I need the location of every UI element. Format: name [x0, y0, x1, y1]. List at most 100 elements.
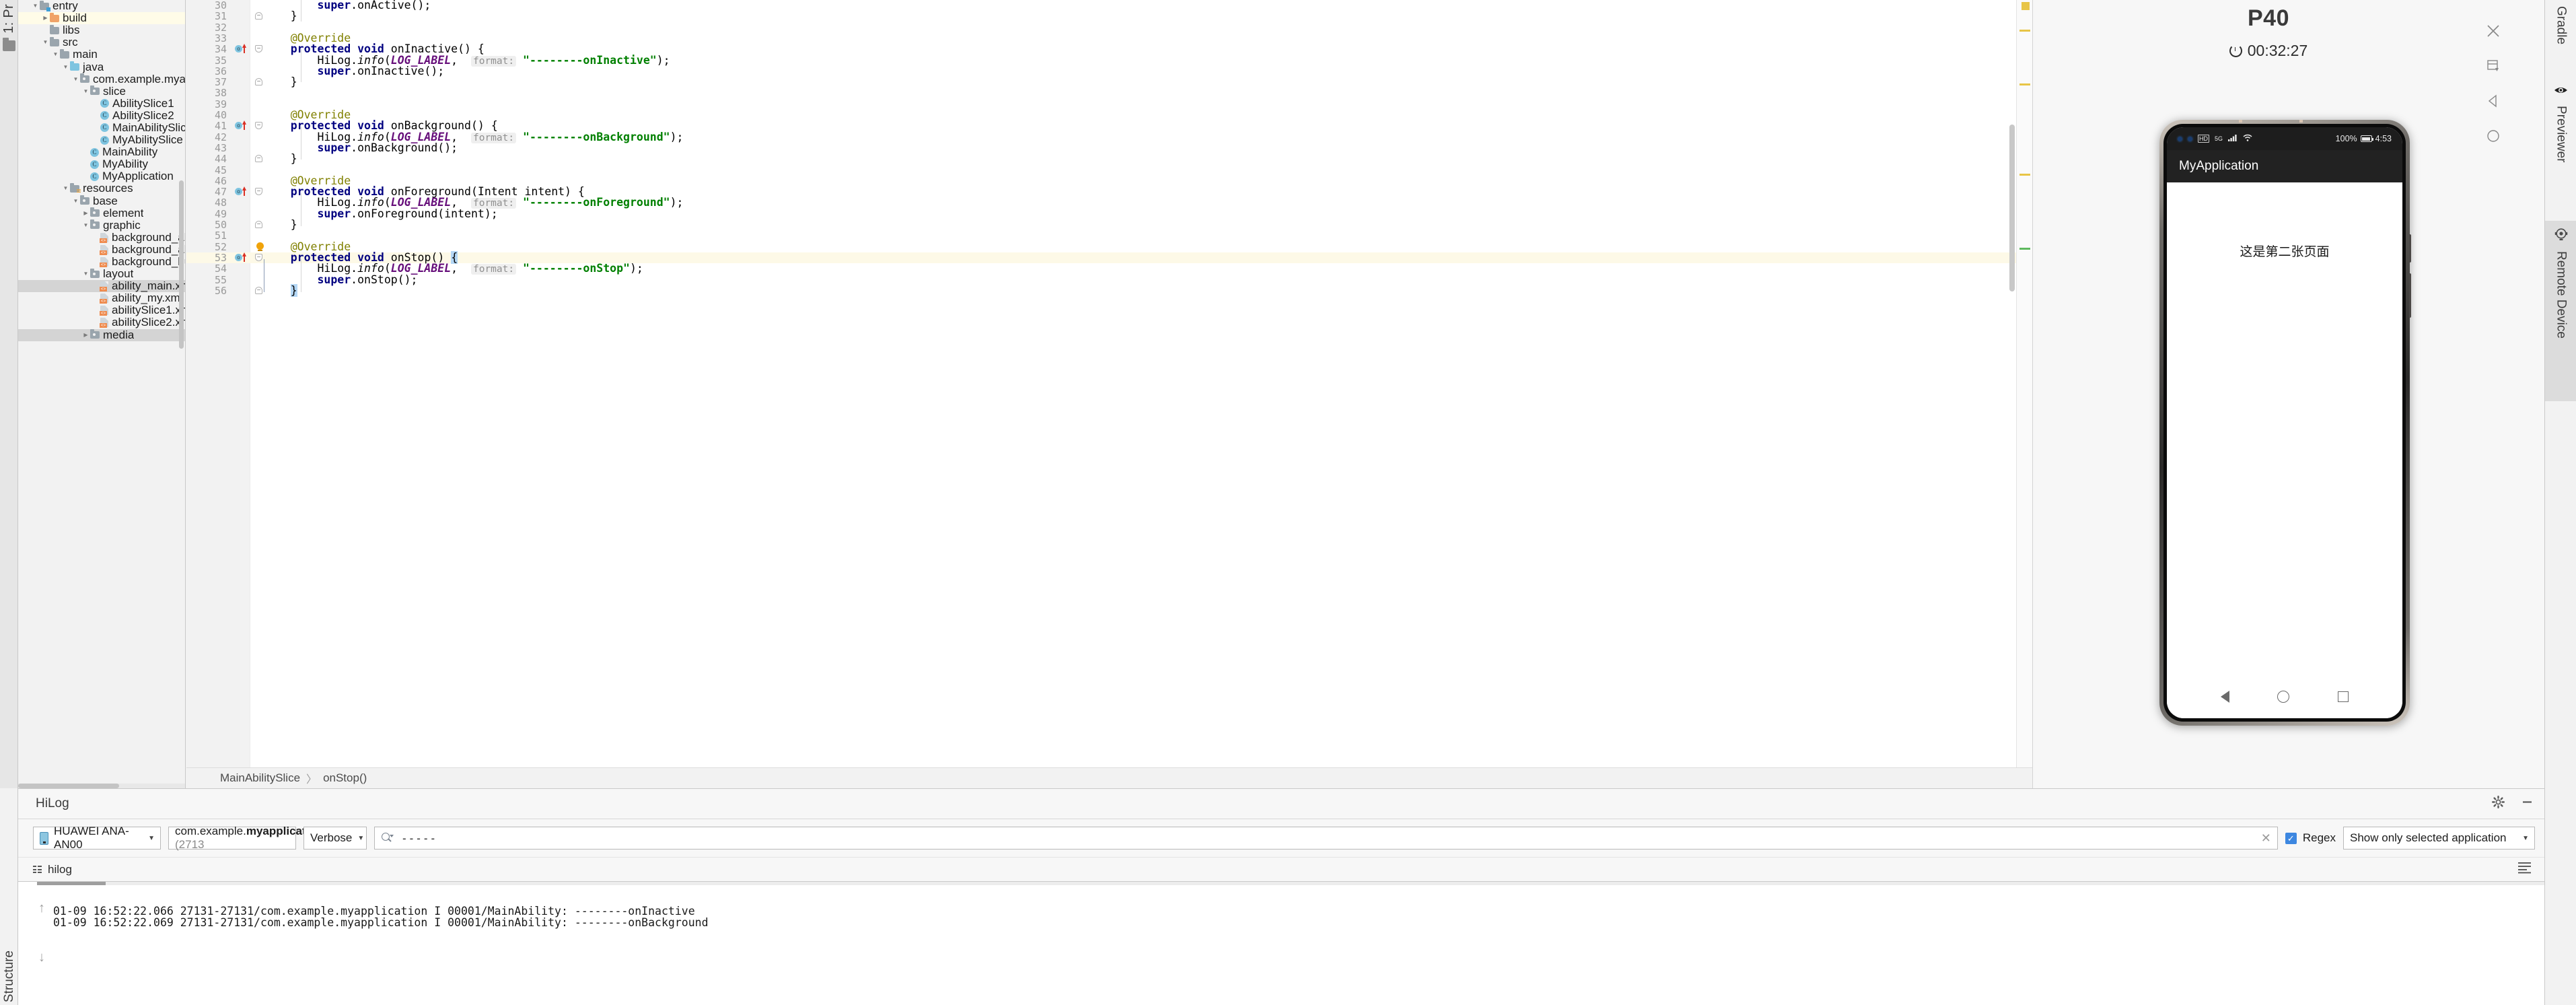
- detach-window-icon[interactable]: [2480, 48, 2507, 83]
- code-line[interactable]: 35 HiLog.info(LOG_LABEL, format: "------…: [186, 55, 2032, 67]
- breadcrumb-method[interactable]: onStop(): [323, 771, 367, 785]
- code-lines[interactable]: 30 super.onActive(); 31− } 32 33 @Override 3…: [186, 0, 2032, 767]
- hilog-header-tools[interactable]: [2492, 789, 2534, 819]
- code-line[interactable]: 39: [186, 98, 2032, 110]
- chevron-down-icon[interactable]: ▼: [51, 52, 60, 57]
- code-fold-icon[interactable]: −: [255, 121, 262, 130]
- device-selector[interactable]: HUAWEI ANA-AN00 ▼: [33, 825, 161, 851]
- tree-item-mainability[interactable]: C MainAbility: [18, 145, 185, 158]
- chevron-down-icon[interactable]: ▼: [81, 88, 90, 94]
- override-marker-icon[interactable]: o: [235, 252, 246, 262]
- gear-icon[interactable]: [2492, 796, 2505, 812]
- chevron-down-icon[interactable]: ▼: [71, 198, 80, 204]
- structure-tool-label[interactable]: Structure: [2, 950, 17, 1002]
- tree-item-base[interactable]: ▼ base: [18, 195, 185, 207]
- hilog-tab-label[interactable]: hilog: [48, 863, 72, 876]
- sidebar-item-previewer[interactable]: Previewer: [2545, 79, 2576, 221]
- code-line[interactable]: 31 − }: [186, 10, 2032, 22]
- tree-item-media[interactable]: ▶ media: [18, 328, 185, 341]
- chevron-down-icon[interactable]: ▼: [71, 76, 80, 82]
- log-line[interactable]: 01-09 16:52:22.069 27131-27131/com.examp…: [53, 916, 709, 929]
- tree-item-ability-my-xml[interactable]: ability_my.xml: [18, 291, 185, 304]
- chevron-down-icon[interactable]: ▼: [61, 64, 70, 70]
- back-icon[interactable]: [2220, 691, 2229, 703]
- code-line[interactable]: 55 super.onStop();: [186, 274, 2032, 285]
- tree-item-myabilityslice[interactable]: C MyAbilitySlice: [18, 133, 185, 146]
- clear-search-icon[interactable]: ✕: [2261, 832, 2271, 844]
- tree-item-main[interactable]: ▼ main: [18, 48, 185, 61]
- back-arrow-icon[interactable]: [2480, 83, 2507, 118]
- chevron-right-icon[interactable]: ▶: [81, 332, 90, 338]
- editor-vertical-scrollbar[interactable]: [2009, 125, 2015, 291]
- override-marker-icon[interactable]: o: [235, 186, 246, 197]
- home-icon[interactable]: [2277, 691, 2290, 703]
- code-fold-icon[interactable]: −: [255, 44, 262, 53]
- tree-item-build[interactable]: ▶ build: [18, 11, 185, 25]
- override-marker-icon[interactable]: o: [235, 44, 246, 54]
- code-fold-icon[interactable]: −: [255, 286, 262, 295]
- tree-item-abilityslice1-xml[interactable]: abilitySlice1.xml: [18, 304, 185, 316]
- tree-item-myapplication[interactable]: C MyApplication: [18, 170, 185, 182]
- tree-item-abilityslice2-xml[interactable]: abilitySlice2.xml: [18, 316, 185, 328]
- tree-item-entry[interactable]: ▼ entry: [18, 0, 185, 12]
- log-horizontal-scrollbar[interactable]: [37, 882, 2544, 885]
- tree-item-background-ability-my-xml[interactable]: background_ability_my.xml: [18, 243, 185, 256]
- tree-item-abilityslice1[interactable]: C AbilitySlice1: [18, 97, 185, 110]
- log-nav-buttons[interactable]: ↑ ↓: [33, 901, 50, 965]
- tree-item-com-example-myapplication[interactable]: ▼ com.example.myapplication: [18, 73, 185, 85]
- code-line[interactable]: 56 − }: [186, 283, 2032, 297]
- code-fold-icon[interactable]: −: [255, 11, 262, 20]
- code-line[interactable]: 43 super.onBackground();: [186, 142, 2032, 153]
- log-search-field[interactable]: ----- ✕: [374, 827, 2278, 850]
- sidebar-item-gradle[interactable]: Gradle: [2545, 0, 2576, 75]
- override-marker-icon[interactable]: o: [235, 120, 246, 131]
- code-line[interactable]: 50 − }: [186, 219, 2032, 230]
- close-icon[interactable]: [2480, 13, 2507, 48]
- tree-item-background-button-xml[interactable]: background_button.xml: [18, 255, 185, 268]
- recents-icon[interactable]: [2338, 691, 2349, 702]
- code-line[interactable]: 52 @Override: [186, 241, 2032, 252]
- code-line[interactable]: 54 HiLog.info(LOG_LABEL, format: "------…: [186, 263, 2032, 275]
- tree-item-abilityslice2[interactable]: C AbilitySlice2: [18, 109, 185, 122]
- hilog-toolbar[interactable]: HUAWEI ANA-AN00 ▼ com.example.myapplicat…: [18, 819, 2544, 857]
- tree-item-graphic[interactable]: ▼ graphic: [18, 219, 185, 232]
- tree-item-java[interactable]: ▼ java: [18, 61, 185, 73]
- marker[interactable]: [2019, 174, 2030, 176]
- tree-item-slice[interactable]: ▼ slice: [18, 85, 185, 98]
- chevron-right-icon[interactable]: ▶: [41, 15, 50, 21]
- phone-app-content[interactable]: 这是第二张页面: [2167, 182, 2402, 718]
- code-fold-icon[interactable]: −: [255, 154, 262, 163]
- tree-item-libs[interactable]: libs: [18, 24, 185, 36]
- editor-marker-strip[interactable]: [2016, 0, 2032, 767]
- code-line[interactable]: 37 − }: [186, 76, 2032, 88]
- code-line[interactable]: 42 HiLog.info(LOG_LABEL, format: "------…: [186, 131, 2032, 143]
- circle-icon[interactable]: [2480, 118, 2507, 153]
- chevron-down-icon[interactable]: ▼: [41, 40, 50, 45]
- phone-navbar[interactable]: [2167, 683, 2402, 710]
- chevron-down-icon[interactable]: ▼: [81, 222, 90, 228]
- code-line[interactable]: 51: [186, 230, 2032, 242]
- regex-toggle[interactable]: ✓ Regex: [2285, 831, 2336, 845]
- project-tool-label[interactable]: 1: Pr: [1, 4, 17, 34]
- code-line[interactable]: 45: [186, 164, 2032, 176]
- code-line[interactable]: 36 super.onInactive();: [186, 65, 2032, 77]
- tree-item-myability[interactable]: C MyAbility: [18, 158, 185, 170]
- tree-item-element[interactable]: ▶ element: [18, 207, 185, 219]
- tree-item-src[interactable]: ▼ src: [18, 36, 185, 48]
- hilog-tab-row[interactable]: hilog: [18, 857, 2544, 881]
- marker[interactable]: [2019, 30, 2030, 32]
- chevron-down-icon[interactable]: ▼: [81, 271, 90, 277]
- code-fold-icon[interactable]: −: [255, 77, 262, 86]
- code-line[interactable]: 30 super.onActive();: [186, 0, 2032, 11]
- breadcrumb-class[interactable]: MainAbilitySlice: [220, 771, 300, 785]
- log-filter-selector[interactable]: Show only selected application ▼: [2343, 827, 2535, 850]
- tree-item-ability-main-xml[interactable]: ability_main.xml: [18, 279, 185, 293]
- folder-icon[interactable]: [3, 38, 15, 51]
- process-selector[interactable]: com.example.myapplication (2713 ▼: [168, 825, 335, 851]
- code-fold-icon[interactable]: −: [255, 220, 262, 229]
- phone-preview[interactable]: HD 5G 100% 4:53 MyApplication 这是第二张页面: [2159, 120, 2411, 726]
- code-line[interactable]: 32: [186, 22, 2032, 33]
- chevron-down-icon[interactable]: ▼: [61, 186, 70, 191]
- tree-horizontal-scrollbar[interactable]: [18, 784, 185, 788]
- soft-wrap-icon[interactable]: [2517, 862, 2532, 877]
